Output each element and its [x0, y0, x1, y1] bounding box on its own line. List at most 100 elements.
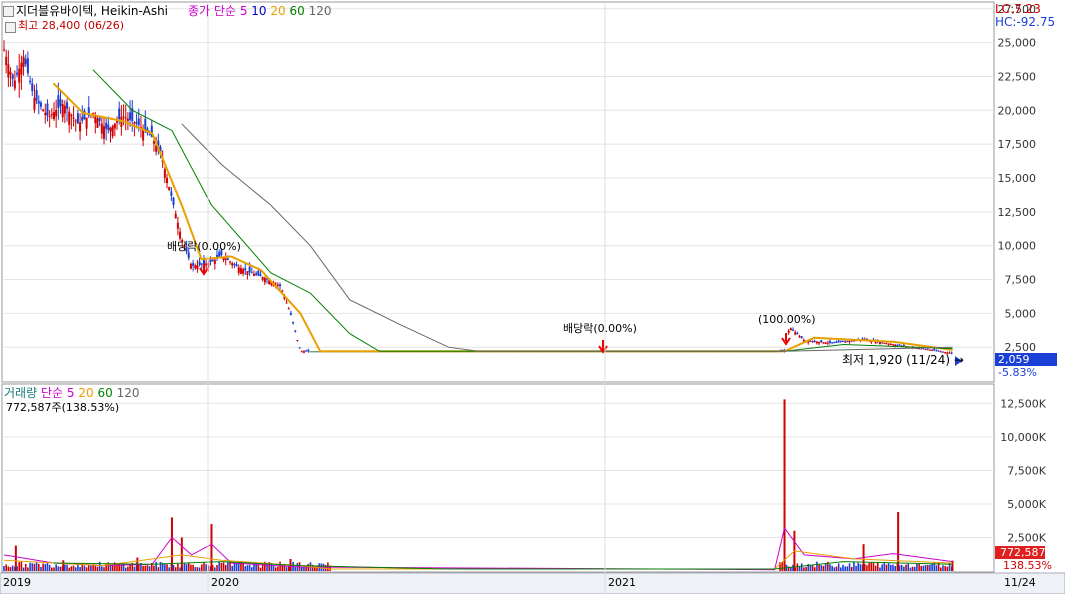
candle-body — [79, 122, 82, 132]
candle-body — [305, 350, 308, 352]
window-restore-icon[interactable] — [5, 22, 16, 33]
volume-bar — [18, 562, 21, 571]
x-label-2021: 2021 — [608, 576, 636, 589]
volume-bar — [929, 564, 931, 571]
volume-bar — [790, 567, 792, 571]
volume-bar — [870, 562, 873, 571]
volume-bar — [872, 562, 875, 571]
volume-bar — [142, 565, 144, 571]
candle-body — [309, 351, 312, 353]
volume-bar — [848, 563, 851, 571]
volume-bar — [250, 567, 253, 571]
volume-spike-bar — [210, 524, 213, 571]
candle-body — [235, 264, 238, 267]
volume-bar — [829, 564, 831, 571]
volume-bar — [85, 567, 88, 571]
candle-body — [233, 263, 236, 265]
candle-body — [148, 134, 151, 136]
volume-bar — [248, 565, 251, 571]
candle-body — [926, 349, 929, 351]
candle-body — [789, 328, 792, 331]
candle-body — [813, 340, 816, 342]
candle-body — [122, 116, 125, 118]
volume-spike-bar — [180, 537, 183, 571]
volume-bar — [29, 562, 31, 571]
candle-body — [298, 347, 301, 349]
price-panel — [1, 1, 995, 383]
candle-body — [37, 100, 40, 104]
candle-body — [824, 342, 827, 344]
volume-bar — [922, 565, 925, 571]
volume-bar — [811, 565, 814, 571]
volume-bar — [833, 567, 836, 571]
volume-bar — [314, 567, 316, 571]
volume-bar — [172, 564, 175, 571]
candle-body — [39, 102, 42, 107]
volume-ma-20: 20 — [78, 386, 94, 400]
candle-body — [315, 351, 318, 353]
candle-body — [52, 112, 55, 120]
volume-bar — [40, 567, 42, 571]
volume-bar — [157, 567, 160, 571]
candle-body — [16, 72, 19, 75]
volume-bar — [87, 564, 90, 571]
high-label: 최고 28,400 (06/26) — [18, 19, 125, 32]
volume-bar — [911, 566, 914, 571]
volume-bar — [905, 564, 907, 571]
dividend-label-2: 배당락(0.00%) — [563, 322, 637, 335]
candle-body — [57, 95, 60, 109]
volume-bar — [22, 567, 25, 571]
volume-bar — [853, 561, 855, 571]
candle-body — [883, 342, 886, 344]
candle-body — [237, 267, 240, 273]
candle-body — [102, 126, 105, 139]
candle-body — [194, 265, 197, 269]
volume-bar — [855, 565, 857, 571]
volume-bar — [53, 567, 55, 571]
volume-bar — [235, 563, 238, 571]
volume-bar — [824, 563, 827, 571]
candle-body — [33, 97, 36, 110]
candle-body — [3, 49, 5, 51]
candle-body — [255, 273, 258, 275]
volume-bar — [124, 567, 127, 571]
dividend-label-1: 배당락(0.00%) — [167, 240, 241, 253]
candle-body — [11, 74, 14, 80]
candle-body — [848, 341, 851, 343]
volume-bar — [64, 564, 66, 571]
x-axis-strip — [0, 572, 1065, 594]
candle-body — [928, 349, 931, 351]
volume-bar — [224, 564, 227, 571]
volume-bar — [259, 567, 262, 571]
candle-body — [252, 273, 255, 276]
candle-body — [198, 261, 201, 265]
volume-bar — [913, 566, 916, 571]
candle-body — [5, 56, 8, 66]
candle-body — [257, 270, 260, 276]
candle-body — [116, 121, 119, 123]
candle-body — [105, 122, 108, 129]
volume-bar — [11, 565, 14, 571]
volume-bar — [272, 565, 275, 571]
volume-bar — [200, 564, 203, 571]
volume-bar — [74, 567, 77, 571]
price-tick-label: 7,500 — [1005, 274, 1037, 287]
volume-badge-pct: 138.53% — [1003, 559, 1052, 572]
volume-bar — [842, 564, 844, 571]
candle-body — [239, 268, 242, 274]
candle-body — [83, 110, 86, 120]
ma-period-120: 120 — [308, 4, 332, 18]
volume-bar — [46, 562, 49, 571]
candle-body — [111, 125, 114, 137]
split-label: (100.00%) — [758, 313, 816, 326]
candle-body — [98, 117, 101, 121]
volume-bar — [781, 562, 783, 571]
candle-body — [226, 258, 229, 260]
candle-body — [70, 114, 73, 117]
volume-bar — [194, 567, 197, 571]
volume-bar — [179, 567, 181, 571]
window-menu-icon[interactable] — [3, 6, 14, 17]
candle-body — [50, 114, 53, 116]
candle-body — [137, 118, 140, 126]
candle-body — [244, 268, 247, 271]
